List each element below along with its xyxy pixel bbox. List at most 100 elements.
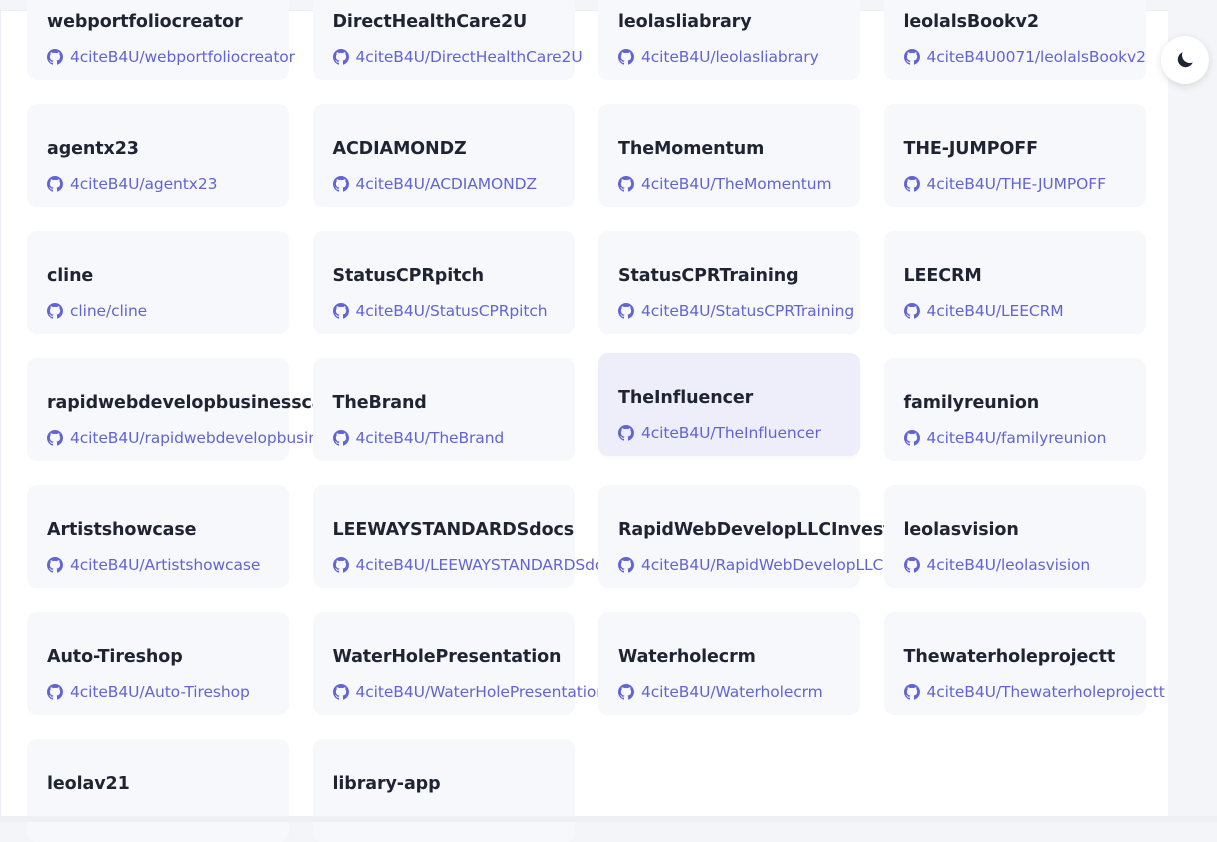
content-panel: webportfoliocreator 4citeB4U/webportfoli… (0, 0, 1168, 842)
repo-link-text: 4citeB4U/WaterHolePresentation (355, 683, 607, 701)
repo-link[interactable]: 4citeB4U/DirectHealthCare2U (332, 48, 583, 66)
repo-card[interactable]: rapidwebdevelopbusinesscard 4citeB4U/rap… (27, 358, 377, 461)
repo-name: TheInfluencer (618, 388, 754, 408)
repo-link[interactable]: 4citeB4U/TheInfluencer (618, 424, 821, 442)
repo-card[interactable]: leolasliabrary 4citeB4U/leolasliabrary (598, 0, 860, 80)
repo-name: TheBrand (332, 393, 427, 413)
moon-icon (1174, 49, 1196, 71)
repo-link[interactable]: 4citeB4U/LEECRM (903, 302, 1064, 320)
repo-name: DirectHealthCare2U (332, 12, 528, 32)
repo-card[interactable]: ACDIAMONDZ 4citeB4U/ACDIAMONDZ (312, 104, 575, 207)
repo-name: agentx23 (47, 139, 139, 159)
repo-link-text: 4citeB4U/ACDIAMONDZ (355, 175, 538, 193)
github-icon (618, 303, 634, 319)
repo-card[interactable]: RapidWebDevelopLLCInvestorPitchDeck 4cit… (598, 485, 1022, 588)
repo-link-text: 4citeB4U/LEECRM (926, 302, 1064, 320)
repo-link-text: 4citeB4U/Artistshowcase (70, 556, 261, 574)
repo-card[interactable]: webportfoliocreator 4citeB4U/webportfoli… (27, 0, 295, 80)
repo-link[interactable]: 4citeB4U/TheMomentum (618, 175, 832, 193)
repo-link[interactable]: 4citeB4U/leolasvision (903, 556, 1091, 574)
repo-link-text: 4citeB4U/leolasvision (926, 556, 1091, 574)
github-icon (47, 49, 63, 65)
repo-link[interactable]: 4citeB4U/LEEWAYSTANDARDSdocs (332, 556, 621, 574)
repo-name: THE-JUMPOFF (903, 139, 1039, 159)
repo-card[interactable]: TheMomentum 4citeB4U/TheMomentum (598, 104, 860, 207)
repo-card[interactable]: LEEWAYSTANDARDSdocs 4citeB4U/LEEWAYSTAND… (312, 485, 621, 588)
repo-name: StatusCPRpitch (332, 266, 485, 286)
repo-card[interactable]: leolasvision 4citeB4U/leolasvision (883, 485, 1146, 588)
repo-link[interactable]: 4citeB4U/WaterHolePresentation (332, 683, 607, 701)
repo-link[interactable]: 4citeB4U/Thewaterholeprojectt (903, 683, 1165, 701)
github-icon (332, 430, 349, 446)
repo-link-text: cline/cline (70, 302, 148, 320)
repo-link[interactable]: 4citeB4U/Auto-Tireshop (47, 683, 250, 701)
github-icon (332, 557, 349, 573)
repo-link-text: 4citeB4U/TheInfluencer (641, 424, 821, 442)
repo-link-text: 4citeB4U/Waterholecrm (641, 683, 823, 701)
repo-link-text: 4citeB4U/StatusCPRpitch (355, 302, 548, 320)
repo-card[interactable]: StatusCPRTraining 4citeB4U/StatusCPRTrai… (598, 231, 860, 334)
repo-name: ACDIAMONDZ (332, 139, 467, 159)
repo-card[interactable]: TheBrand 4citeB4U/TheBrand (312, 358, 575, 461)
repo-link[interactable]: 4citeB4U/leolasliabrary (618, 48, 819, 66)
repo-name: webportfoliocreator (47, 12, 243, 32)
github-icon (332, 684, 349, 700)
repo-name: StatusCPRTraining (618, 266, 799, 286)
repo-link[interactable]: 4citeB4U/Artistshowcase (47, 556, 260, 574)
repo-card[interactable]: leolav21 (27, 739, 289, 842)
repo-name: Waterholecrm (618, 647, 756, 667)
github-icon (903, 49, 920, 65)
repo-link-text: 4citeB4U0071/leolalsBookv2 (926, 48, 1146, 66)
repo-link-text: 4citeB4U/LEEWAYSTANDARDSdocs (355, 556, 621, 574)
repo-name: rapidwebdevelopbusinesscard (47, 393, 345, 413)
repo-card[interactable]: Auto-Tireshop 4citeB4U/Auto-Tireshop (27, 612, 289, 715)
repo-link[interactable]: 4citeB4U/familyreunion (903, 429, 1106, 447)
repo-card[interactable]: library-app (312, 739, 575, 842)
repo-card[interactable]: TheInfluencer 4citeB4U/TheInfluencer (598, 353, 860, 456)
repo-name: familyreunion (903, 393, 1040, 413)
repo-link-text: 4citeB4U/TheMomentum (641, 175, 832, 193)
repo-card[interactable]: DirectHealthCare2U 4citeB4U/DirectHealth… (312, 0, 583, 80)
repo-card[interactable]: leolalsBookv2 4citeB4U0071/leolalsBookv2 (883, 0, 1146, 80)
repo-card[interactable]: Thewaterholeprojectt 4citeB4U/Thewaterho… (883, 612, 1165, 715)
repo-link-text: 4citeB4U/webportfoliocreator (70, 48, 295, 66)
github-icon (47, 430, 63, 446)
theme-toggle-button[interactable] (1161, 36, 1209, 84)
repo-card[interactable]: WaterHolePresentation 4citeB4U/WaterHole… (312, 612, 606, 715)
repo-link-text: 4citeB4U/Auto-Tireshop (70, 683, 250, 701)
repo-name: LEEWAYSTANDARDSdocs (332, 520, 575, 540)
repo-card[interactable]: Waterholecrm 4citeB4U/Waterholecrm (598, 612, 860, 715)
repo-name: leolalsBookv2 (903, 12, 1040, 32)
github-icon (332, 49, 349, 65)
repo-card[interactable]: LEECRM 4citeB4U/LEECRM (883, 231, 1146, 334)
repo-card[interactable]: THE-JUMPOFF 4citeB4U/THE-JUMPOFF (883, 104, 1146, 207)
github-icon (903, 430, 920, 446)
repo-card[interactable]: cline cline/cline (27, 231, 289, 334)
repo-card[interactable]: agentx23 4citeB4U/agentx23 (27, 104, 289, 207)
repo-name: leolasliabrary (618, 12, 752, 32)
repo-link[interactable]: 4citeB4U/THE-JUMPOFF (903, 175, 1106, 193)
repo-link[interactable]: 4citeB4U/ACDIAMONDZ (332, 175, 538, 193)
github-icon (618, 557, 634, 573)
github-icon (903, 557, 920, 573)
repo-link[interactable]: 4citeB4U/Waterholecrm (618, 683, 823, 701)
repo-name: TheMomentum (618, 139, 765, 159)
repo-card[interactable]: familyreunion 4citeB4U/familyreunion (883, 358, 1146, 461)
repo-link[interactable]: 4citeB4U/agentx23 (47, 175, 217, 193)
repo-link[interactable]: 4citeB4U0071/leolalsBookv2 (903, 48, 1146, 66)
github-icon (903, 176, 920, 192)
repo-card[interactable]: StatusCPRpitch 4citeB4U/StatusCPRpitch (312, 231, 575, 334)
repo-link[interactable]: 4citeB4U/TheBrand (332, 429, 504, 447)
repo-link[interactable]: 4citeB4U/webportfoliocreator (47, 48, 295, 66)
repo-card[interactable]: Artistshowcase 4citeB4U/Artistshowcase (27, 485, 289, 588)
github-icon (618, 425, 634, 441)
bottom-edge (0, 816, 1217, 822)
github-icon (903, 684, 920, 700)
repo-link[interactable]: cline/cline (47, 302, 147, 320)
repo-name: cline (47, 266, 94, 286)
repo-link[interactable]: 4citeB4U/StatusCPRTraining (618, 302, 854, 320)
github-icon (47, 303, 63, 319)
github-icon (332, 303, 349, 319)
github-icon (618, 176, 634, 192)
repo-link[interactable]: 4citeB4U/StatusCPRpitch (332, 302, 548, 320)
